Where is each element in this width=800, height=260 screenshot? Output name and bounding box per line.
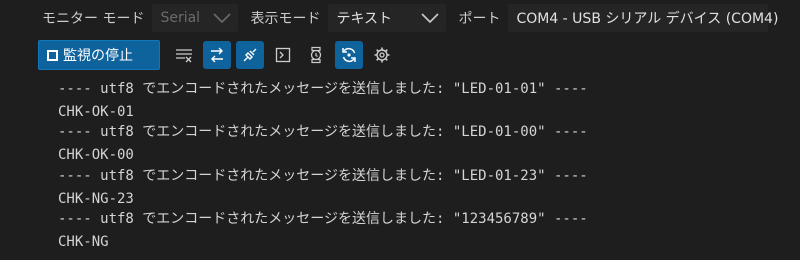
port-dropdown[interactable]: COM4 - USB シリアル デバイス (COM4): [508, 4, 778, 32]
output-line: ---- utf8 でエンコードされたメッセージを送信しました: "LED-01…: [58, 168, 588, 184]
output-line: CHK-OK-00: [58, 147, 134, 163]
clear-output-icon[interactable]: [170, 41, 198, 69]
serial-output-panel[interactable]: ---- utf8 でエンコードされたメッセージを送信しました: "LED-01…: [0, 76, 800, 260]
output-line: ---- utf8 でエンコードされたメッセージを送信しました: "LED-01…: [58, 124, 588, 140]
output-line: CHK-NG: [58, 234, 109, 250]
line-ending-toggle-icon[interactable]: [203, 41, 231, 69]
monitor-mode-value: Serial: [160, 10, 201, 26]
stop-monitoring-label: 監視の停止: [63, 48, 133, 64]
chevron-down-icon: [420, 11, 440, 25]
monitor-mode-dropdown[interactable]: Serial: [152, 4, 239, 32]
output-line: ---- utf8 でエンコードされたメッセージを送信しました: "123456…: [58, 211, 588, 227]
gear-icon[interactable]: [368, 41, 396, 69]
stopwatch-icon[interactable]: [302, 41, 330, 69]
output-line: ---- utf8 でエンコードされたメッセージを送信しました: "LED-01…: [58, 81, 588, 97]
monitor-settings-bar: モニター モード Serial 表示モード テキスト ポート COM4 - US…: [0, 0, 800, 36]
view-mode-dropdown[interactable]: テキスト: [328, 4, 447, 32]
chevron-down-icon: [212, 11, 232, 25]
monitor-action-bar: 監視の停止: [0, 36, 800, 74]
port-value: COM4 - USB シリアル デバイス (COM4): [516, 11, 779, 27]
monitor-mode-label: モニター モード: [42, 11, 145, 27]
stop-square-icon: [47, 49, 58, 61]
output-line: CHK-NG-23: [58, 191, 134, 207]
terminal-icon[interactable]: [269, 41, 297, 69]
view-mode-value: テキスト: [336, 11, 393, 27]
port-label: ポート: [458, 11, 501, 27]
auto-reconnect-icon[interactable]: [335, 41, 363, 69]
output-line: CHK-OK-01: [58, 104, 134, 120]
stop-monitoring-button[interactable]: 監視の停止: [38, 40, 160, 70]
plug-icon[interactable]: [236, 41, 264, 69]
view-mode-label: 表示モード: [250, 11, 321, 27]
